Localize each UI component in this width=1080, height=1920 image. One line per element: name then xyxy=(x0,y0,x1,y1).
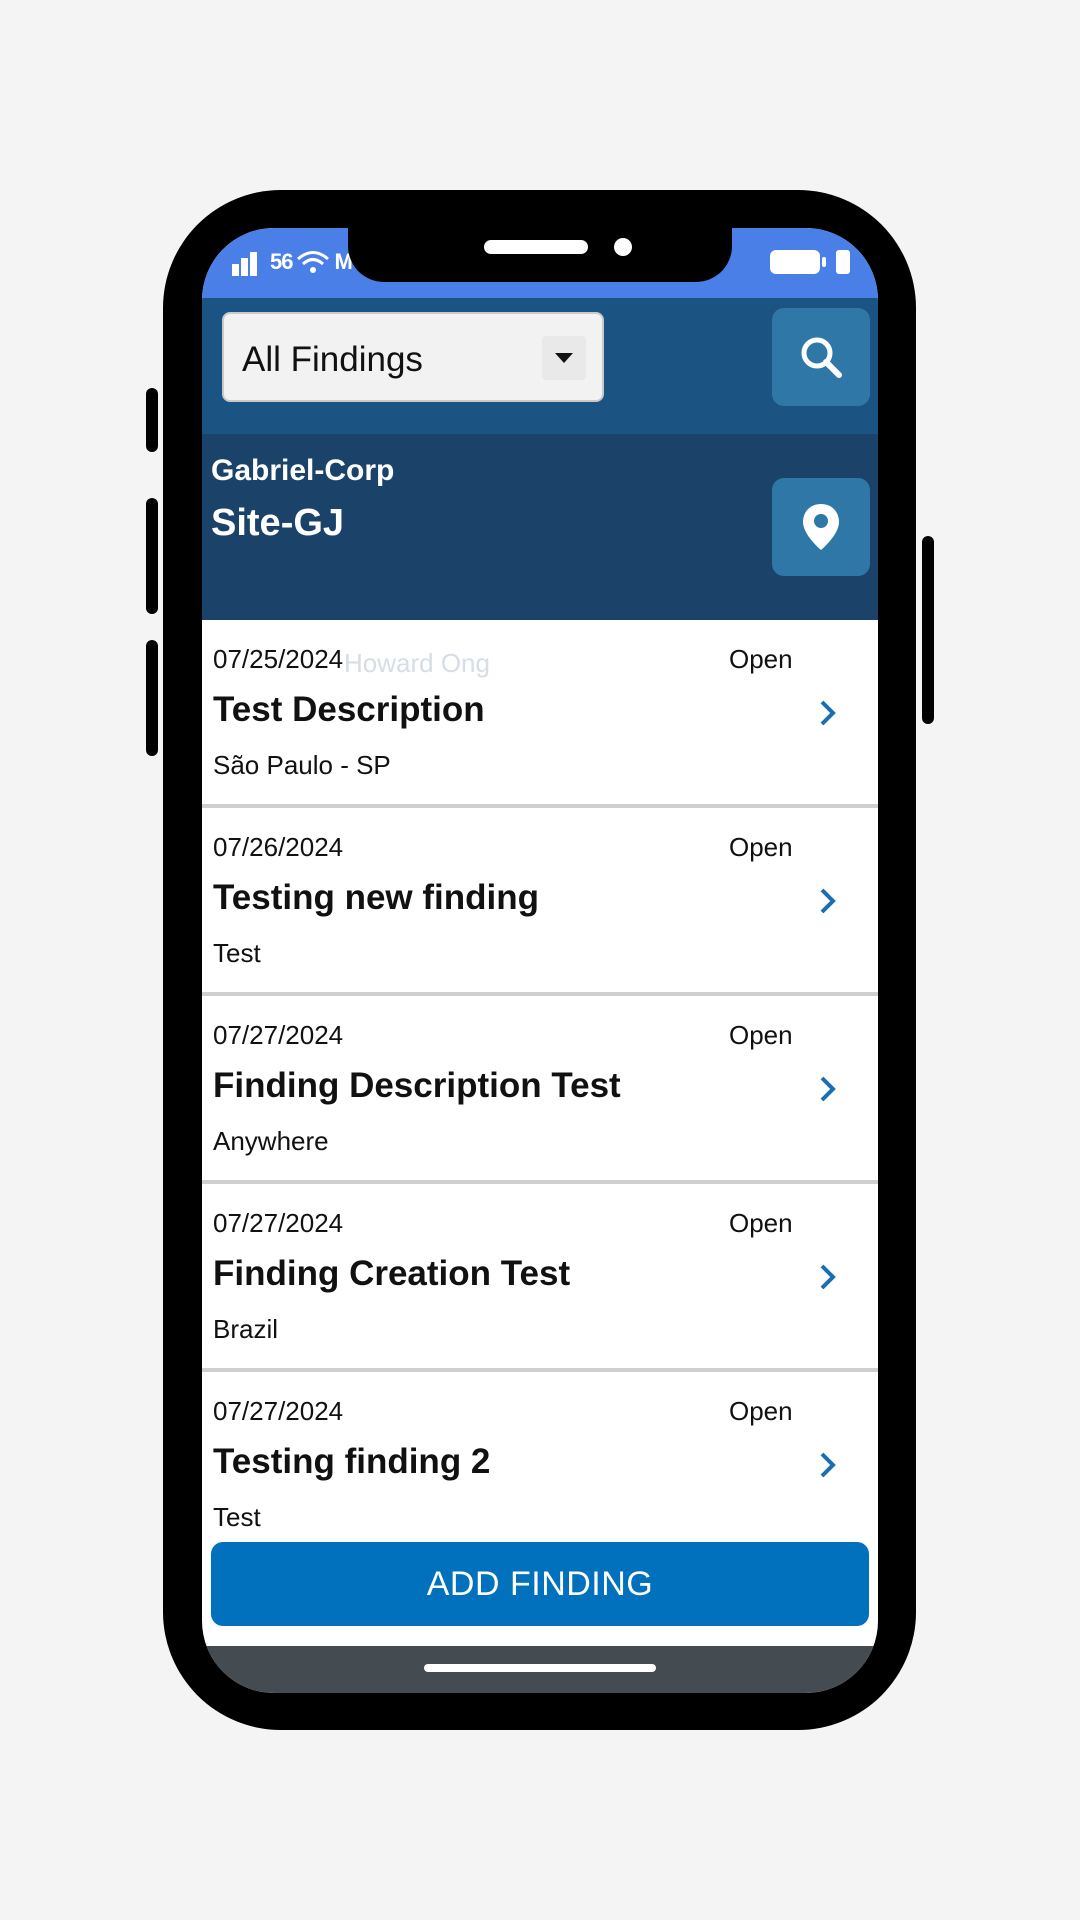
company-name: Gabriel-Corp xyxy=(211,454,395,487)
home-indicator[interactable] xyxy=(424,1664,656,1672)
finding-title: Testing finding 2 xyxy=(213,1442,491,1481)
finding-row[interactable]: 07/27/2024 Open Testing finding 2 Test xyxy=(202,1372,878,1562)
battery-level-icon xyxy=(836,250,850,274)
finding-row[interactable]: 07/26/2024 Open Testing new finding Test xyxy=(202,808,878,996)
chevron-right-icon xyxy=(820,1264,836,1290)
finding-row[interactable]: 07/27/2024 Open Finding Creation Test Br… xyxy=(202,1184,878,1372)
finding-row[interactable]: 07/27/2024 Open Finding Description Test… xyxy=(202,996,878,1184)
finding-status: Open xyxy=(729,832,793,862)
search-button[interactable] xyxy=(772,308,870,406)
filter-selected-value: All Findings xyxy=(242,340,423,379)
finding-row[interactable]: 07/25/2024 Howard Ong Open Test Descript… xyxy=(202,620,878,808)
finding-date: 07/27/2024 xyxy=(213,1208,344,1238)
finding-date: 07/25/2024 xyxy=(213,644,344,674)
site-header: Gabriel-Corp Site-GJ xyxy=(202,434,878,620)
status-text: 56 xyxy=(270,249,294,274)
finding-location: São Paulo - SP xyxy=(213,750,391,780)
battery-icon xyxy=(770,250,826,274)
map-pin-icon xyxy=(803,504,839,550)
front-camera xyxy=(614,238,632,256)
power-button xyxy=(922,536,934,724)
add-finding-button[interactable]: ADD FINDING xyxy=(211,1542,869,1626)
top-bar: All Findings xyxy=(202,298,878,434)
finding-status: Open xyxy=(729,1208,793,1238)
chevron-right-icon xyxy=(820,1452,836,1478)
site-name: Site-GJ xyxy=(211,502,345,544)
findings-filter-dropdown[interactable]: All Findings xyxy=(222,312,604,402)
finding-date: 07/27/2024 xyxy=(213,1396,344,1426)
notch xyxy=(348,228,732,282)
chevron-right-icon xyxy=(820,700,836,726)
finding-status: Open xyxy=(729,644,793,674)
status-right xyxy=(770,250,850,274)
chevron-right-icon xyxy=(820,1076,836,1102)
volume-down-button xyxy=(146,640,158,756)
finding-title: Test Description xyxy=(213,690,485,729)
chevron-down-icon xyxy=(542,336,586,380)
chevron-right-icon xyxy=(820,888,836,914)
finding-location: Test xyxy=(213,938,261,968)
home-bar-area xyxy=(202,1646,878,1693)
finding-location: Brazil xyxy=(213,1314,279,1344)
finding-date: 07/27/2024 xyxy=(213,1020,344,1050)
findings-list: 07/25/2024 Howard Ong Open Test Descript… xyxy=(202,620,878,1562)
speaker xyxy=(484,240,588,254)
finding-date: 07/26/2024 xyxy=(213,832,344,862)
finding-title: Testing new finding xyxy=(213,878,539,917)
search-icon xyxy=(801,337,842,378)
finding-location: Test xyxy=(213,1502,261,1532)
wifi-icon xyxy=(297,251,330,273)
finding-title: Finding Creation Test xyxy=(213,1254,571,1293)
finding-status: Open xyxy=(729,1020,793,1050)
finding-status: Open xyxy=(729,1396,793,1426)
status-left: 56 M xyxy=(232,248,353,276)
mute-switch xyxy=(146,388,158,452)
finding-location: Anywhere xyxy=(213,1126,329,1156)
status-bar: 56 M xyxy=(202,228,878,298)
signal-icon xyxy=(232,252,257,276)
watermark: Howard Ong xyxy=(344,648,490,678)
location-button[interactable] xyxy=(772,478,870,576)
volume-up-button xyxy=(146,498,158,614)
app-screen: 56 M All Findings Gabriel-Corp Site-GJ 0… xyxy=(202,228,878,1693)
finding-title: Finding Description Test xyxy=(213,1066,621,1105)
